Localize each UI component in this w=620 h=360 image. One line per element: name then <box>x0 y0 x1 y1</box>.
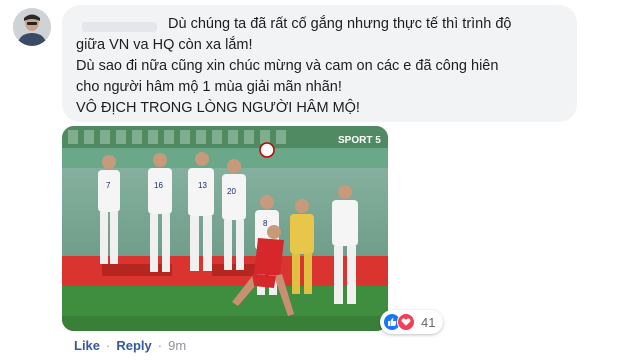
reaction-count: 41 <box>421 314 436 330</box>
reactions-summary[interactable]: 41 <box>380 310 444 334</box>
comment-line-3: Dù sao đi nữa cũng xin chúc mừng và cam … <box>76 58 499 74</box>
jersey-number: 16 <box>154 181 163 190</box>
love-icon <box>397 313 415 331</box>
comment-body: Dù chúng ta đã rất cố gắng nhưng thực tế… <box>76 14 571 119</box>
separator: · <box>157 338 163 353</box>
jersey-number: 8 <box>263 219 268 228</box>
comment-line-4: cho người hâm mộ 1 mùa giải mãn nhãn! <box>76 79 342 95</box>
separator: · <box>106 338 111 353</box>
jersey-number: 7 <box>106 181 111 190</box>
comment-line-2: giữa VN va HQ còn xa lắm! <box>76 37 253 53</box>
jersey-number: 13 <box>198 181 207 190</box>
football-freekick-image: SPORT 5 7 16 13 20 8 <box>62 126 388 331</box>
comment-actions: Like · Reply · 9m <box>74 338 186 353</box>
comment-line-1: Dù chúng ta đã rất cố gắng nhưng thực tế… <box>168 16 512 32</box>
avatar[interactable] <box>13 8 51 46</box>
author-name-redacted[interactable] <box>82 22 157 33</box>
attached-photo[interactable]: SPORT 5 7 16 13 20 8 <box>62 126 388 331</box>
comment-author[interactable] <box>76 17 168 33</box>
timestamp[interactable]: 9m <box>168 338 186 353</box>
jersey-number: 20 <box>227 187 236 196</box>
like-button[interactable]: Like <box>74 338 100 353</box>
football-ball <box>259 142 275 158</box>
reply-button[interactable]: Reply <box>116 338 151 353</box>
broadcaster-logo: SPORT 5 <box>338 135 381 146</box>
comment-line-5: VÔ ĐỊCH TRONG LÒNG NGƯỜI HÂM MỘ! <box>76 100 360 116</box>
avatar-photo <box>13 8 51 46</box>
